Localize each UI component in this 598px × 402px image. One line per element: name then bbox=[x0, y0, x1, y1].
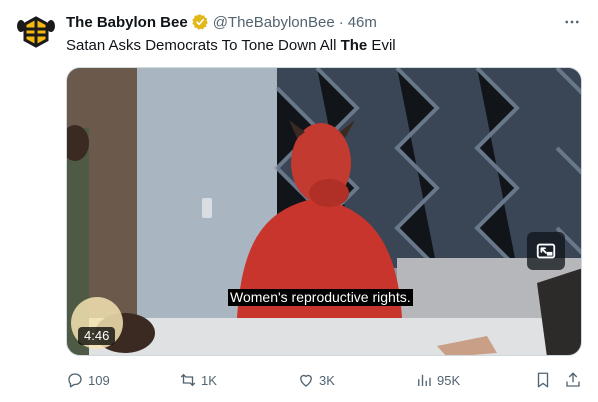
reply-count: 109 bbox=[88, 372, 110, 388]
like-button[interactable]: 3K bbox=[297, 370, 335, 390]
views-chart-icon bbox=[418, 374, 431, 386]
avatar[interactable] bbox=[16, 12, 56, 52]
video-frame bbox=[67, 68, 581, 355]
reply-button[interactable]: 109 bbox=[66, 370, 110, 390]
video-duration: 4:46 bbox=[78, 327, 116, 345]
tweet-text-bold: The bbox=[340, 37, 368, 54]
action-bar: 109 1K 3K 95K bbox=[66, 370, 582, 390]
tweet: The Babylon Bee @TheBabylonBee · 46m Sat… bbox=[0, 0, 598, 402]
heart-icon bbox=[300, 374, 312, 387]
like-count: 3K bbox=[319, 372, 335, 388]
views-count: 95K bbox=[437, 372, 461, 388]
timestamp[interactable]: 46m bbox=[348, 14, 377, 31]
repost-icon bbox=[180, 373, 196, 387]
account-handle[interactable]: @TheBabylonBee bbox=[213, 14, 335, 31]
share-button[interactable] bbox=[564, 370, 586, 390]
video-caption: Women's reproductive rights. bbox=[228, 289, 413, 306]
repost-button[interactable]: 1K bbox=[179, 370, 217, 390]
account-name[interactable]: The Babylon Bee bbox=[66, 14, 188, 31]
more-button[interactable] bbox=[562, 12, 582, 32]
tweet-text-part: Evil bbox=[367, 37, 396, 54]
picture-in-picture-button[interactable] bbox=[527, 232, 565, 270]
separator-dot: · bbox=[338, 13, 344, 31]
tweet-text: Satan Asks Democrats To Tone Down All Th… bbox=[66, 36, 396, 56]
picture-in-picture-icon bbox=[536, 243, 556, 259]
babylon-bee-logo-icon bbox=[16, 12, 56, 52]
bookmark-button[interactable] bbox=[534, 370, 556, 390]
verified-badge-icon[interactable] bbox=[191, 13, 209, 31]
bookmark-icon bbox=[537, 372, 549, 388]
share-icon bbox=[566, 372, 580, 387]
tweet-header: The Babylon Bee @TheBabylonBee · 46m bbox=[66, 12, 377, 32]
tweet-text-part: Satan Asks Democrats To Tone Down All bbox=[66, 37, 341, 54]
more-dots-icon bbox=[565, 20, 579, 24]
views-button[interactable]: 95K bbox=[415, 370, 460, 390]
video-player[interactable]: Women's reproductive rights. 4:46 bbox=[66, 67, 582, 356]
repost-count: 1K bbox=[201, 372, 217, 388]
reply-icon bbox=[68, 373, 82, 388]
